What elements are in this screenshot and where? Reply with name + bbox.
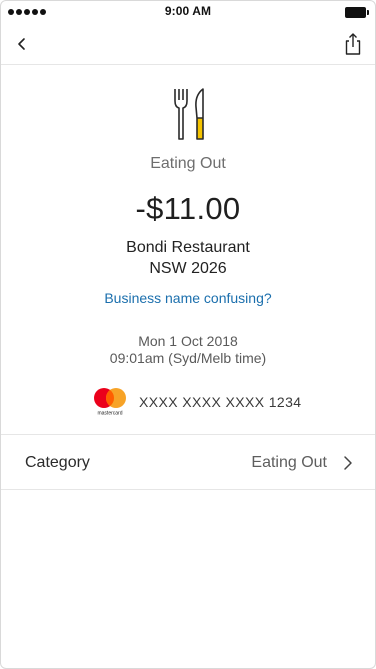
nav-bar	[1, 23, 375, 65]
cutlery-icon	[174, 88, 204, 140]
transaction-category: Eating Out	[150, 155, 226, 172]
status-bar: 9:00 AM	[1, 1, 375, 23]
chevron-left-icon	[18, 38, 25, 50]
merchant-name: Bondi Restaurant	[126, 239, 250, 256]
share-button[interactable]	[341, 30, 365, 58]
card-brand-text: mastercard	[97, 411, 122, 417]
chevron-right-icon	[344, 456, 352, 470]
battery-icon	[345, 7, 369, 18]
transaction-time: 09:01am (Syd/Melb time)	[109, 350, 267, 366]
transaction-date: Mon 1 Oct 2018	[138, 333, 238, 349]
business-name-help-link[interactable]: Business name confusing?	[1, 290, 375, 306]
category-row[interactable]: Category Eating Out	[1, 434, 375, 490]
card-number: XXXX XXXX XXXX 1234	[139, 394, 302, 410]
transaction-amount: -$11.00	[135, 191, 241, 226]
merchant-location: NSW 2026	[149, 260, 227, 277]
status-time: 9:00 AM	[164, 4, 212, 18]
mastercard-logo-icon: mastercard	[94, 388, 126, 417]
share-icon	[345, 33, 361, 55]
phone-screen: 9:00 AM Eating Out -$11.00 Bondi Restaur…	[0, 0, 376, 669]
back-button[interactable]	[11, 31, 35, 57]
category-row-value: Eating Out	[251, 454, 327, 471]
category-row-label: Category	[25, 454, 90, 471]
